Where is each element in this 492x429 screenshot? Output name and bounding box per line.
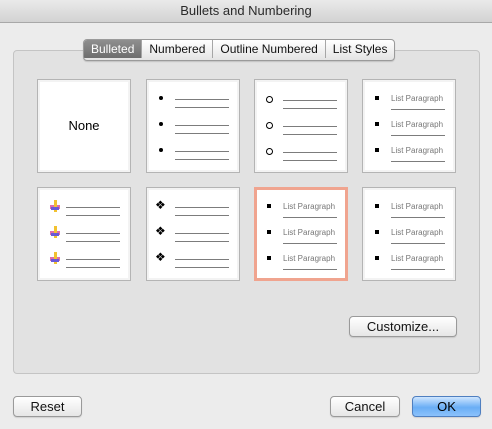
ok-button[interactable]: OK [412, 396, 481, 417]
style-tile-solid-dot[interactable] [146, 79, 240, 173]
style-tile-square-list-paragraph-selected[interactable]: List Paragraph List Paragraph List Parag… [254, 187, 348, 281]
style-tile-picture-pin[interactable] [37, 187, 131, 281]
style-tile-square-list-paragraph[interactable]: List Paragraph List Paragraph List Parag… [362, 79, 456, 173]
window-title: Bullets and Numbering [180, 3, 312, 18]
style-tile-square-list-paragraph-2[interactable]: List Paragraph List Paragraph List Parag… [362, 187, 456, 281]
tab-bulleted[interactable]: Bulleted [84, 40, 142, 58]
none-label: None [68, 118, 100, 133]
reset-button[interactable]: Reset [13, 396, 82, 417]
cancel-button[interactable]: Cancel [330, 396, 400, 417]
tab-outline-numbered[interactable]: Outline Numbered [212, 40, 324, 58]
style-tile-diamond[interactable]: ❖ ❖ ❖ [146, 187, 240, 281]
tab-numbered[interactable]: Numbered [141, 40, 212, 58]
customize-button[interactable]: Customize... [349, 316, 457, 337]
style-tile-none[interactable]: None [37, 79, 131, 173]
tab-bar: Bulleted Numbered Outline Numbered List … [83, 39, 396, 61]
window-title-bar: Bullets and Numbering [0, 0, 492, 23]
tab-list-styles[interactable]: List Styles [324, 40, 395, 58]
style-tile-hollow-circle[interactable] [254, 79, 348, 173]
